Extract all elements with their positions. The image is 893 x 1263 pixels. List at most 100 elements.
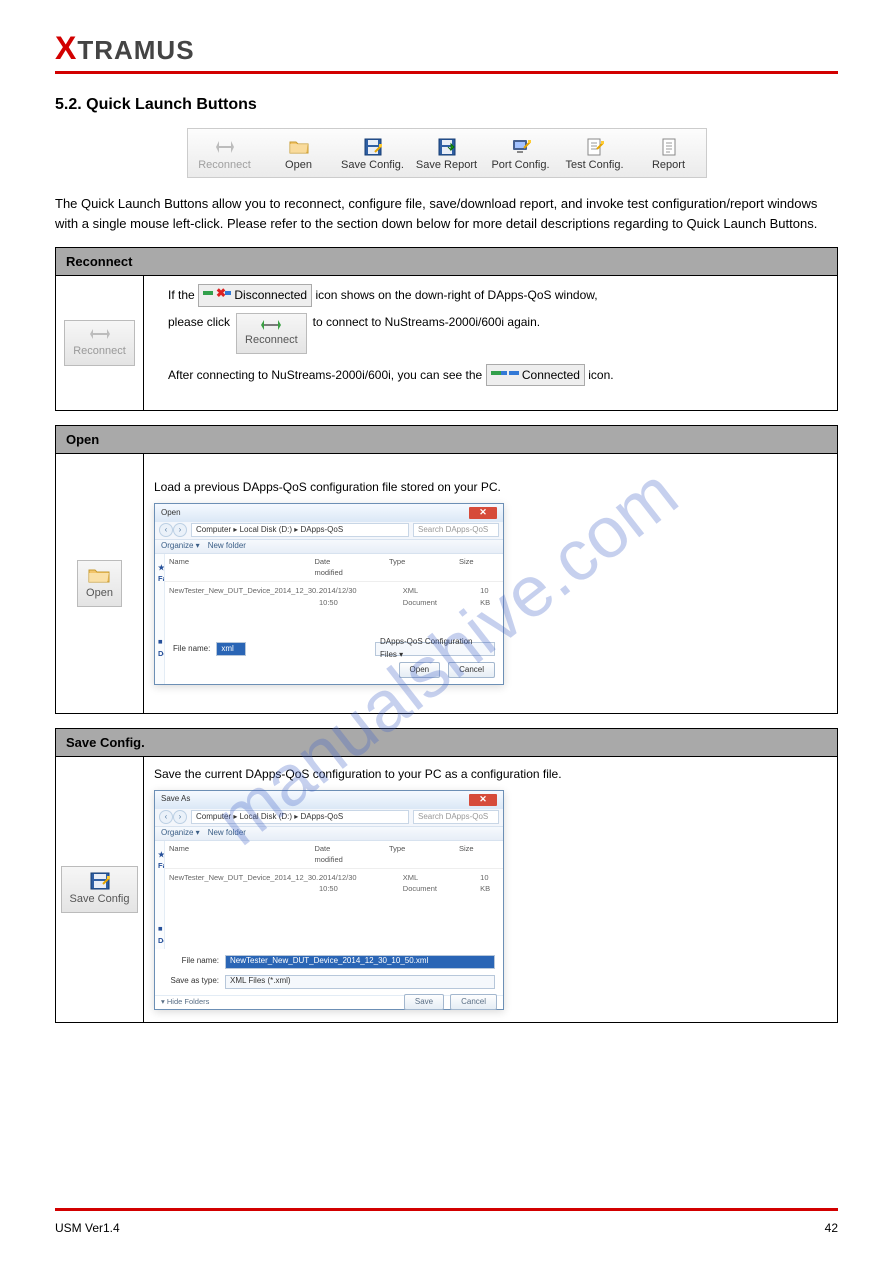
open-cell-button[interactable]: Open: [77, 560, 122, 607]
save-dlg-button[interactable]: Save: [404, 994, 444, 1010]
open-dialog: Open ✕ ‹› Computer ▸ Local Disk (D:) ▸ D…: [154, 503, 504, 685]
reconnect-icon: [188, 137, 262, 157]
column-headers[interactable]: Name Date modified Type Size: [165, 841, 503, 869]
new-folder-button[interactable]: New folder: [208, 827, 246, 839]
svg-text:✖: ✖: [216, 287, 226, 299]
nav-tree[interactable]: ★ Favorites Desktop Downloads Recent Pla…: [155, 841, 165, 949]
text: icon.: [588, 368, 613, 382]
open-section: Open Open Load a previous DApps-QoS conf…: [55, 425, 838, 714]
disconnected-label: Disconnected: [234, 288, 307, 302]
filename-label: File name:: [173, 643, 210, 655]
file-row[interactable]: NewTester_New_DUT_Device_2014_12_30... 2…: [169, 584, 499, 609]
document-config-icon: [558, 137, 632, 157]
reconnect-section: Reconnect Reconnect If the ✖ Disconne: [55, 247, 838, 411]
footer-left: USM Ver1.4: [55, 1221, 120, 1235]
text: please click: [168, 313, 230, 332]
organize-button[interactable]: Organize ▾: [161, 540, 200, 552]
save-config-section: Save Config. Save Config Save the curren…: [55, 728, 838, 1023]
nav-back-forward[interactable]: ‹›: [159, 810, 187, 824]
connected-badge: Connected: [486, 364, 585, 387]
savetype-dropdown[interactable]: XML Files (*.xml): [225, 975, 495, 989]
save-config-button[interactable]: Save Config.: [336, 135, 410, 171]
search-input[interactable]: Search DApps-QoS: [413, 810, 499, 824]
floppy-down-icon: [410, 137, 484, 157]
text: icon shows on the down-right of DApps-Qo…: [315, 288, 597, 302]
reconnect-icon: [89, 328, 111, 340]
logo: XTRAMUS: [55, 30, 838, 67]
close-icon[interactable]: ✕: [469, 794, 497, 806]
open-desc: Load a previous DApps-QoS configuration …: [154, 478, 827, 497]
text: If the: [168, 288, 198, 302]
floppy-config-icon: [89, 872, 111, 890]
ql-label: Save Report: [416, 159, 477, 171]
reconnect-icon: [260, 320, 282, 330]
filename-input[interactable]: xml: [216, 642, 246, 656]
reconnect-inline-label: Reconnect: [245, 334, 298, 346]
cancel-dlg-button[interactable]: Cancel: [450, 994, 497, 1010]
description-text: The Quick Launch Buttons allow you to re…: [55, 194, 838, 233]
nav-desktop[interactable]: ■ Desktop: [158, 636, 161, 659]
open-header: Open: [56, 426, 838, 454]
dialog-title: Open: [161, 507, 181, 519]
save-config-cell-label: Save Config: [70, 893, 130, 905]
reconnect-cell-button[interactable]: Reconnect: [64, 320, 135, 365]
footer: USM Ver1.4 42: [55, 1221, 838, 1235]
text: to connect to NuStreams-2000i/600i again…: [313, 313, 540, 332]
header-rule: [55, 71, 838, 74]
hide-folders-toggle[interactable]: ▾ Hide Folders: [161, 996, 209, 1008]
organize-button[interactable]: Organize ▾: [161, 827, 200, 839]
test-config-button[interactable]: Test Config.: [558, 135, 632, 171]
ql-label: Test Config.: [565, 159, 623, 171]
savetype-label: Save as type:: [163, 975, 219, 987]
reconnect-inline-button[interactable]: Reconnect: [236, 313, 307, 354]
report-button[interactable]: Report: [632, 135, 706, 171]
connected-label: Connected: [522, 368, 580, 382]
port-config-button[interactable]: Port Config.: [484, 135, 558, 171]
document-icon: [632, 137, 706, 157]
close-icon[interactable]: ✕: [469, 507, 497, 519]
dialog-title: Save As: [161, 793, 190, 805]
file-row[interactable]: NewTester_New_DUT_Device_2014_12_30... 2…: [169, 871, 499, 896]
open-cell-label: Open: [86, 587, 113, 599]
folder-open-icon: [262, 137, 336, 157]
ql-label: Report: [652, 159, 685, 171]
address-bar[interactable]: Computer ▸ Local Disk (D:) ▸ DApps-QoS: [191, 523, 409, 537]
cancel-dlg-button[interactable]: Cancel: [448, 662, 495, 678]
address-bar[interactable]: Computer ▸ Local Disk (D:) ▸ DApps-QoS: [191, 810, 409, 824]
ql-label: Port Config.: [491, 159, 549, 171]
save-config-cell-button[interactable]: Save Config: [61, 866, 139, 913]
filename-input[interactable]: NewTester_New_DUT_Device_2014_12_30_10_5…: [225, 955, 495, 969]
open-button[interactable]: Open: [262, 135, 336, 171]
save-dialog: Save As ✕ ‹› Computer ▸ Local Disk (D:) …: [154, 790, 504, 1010]
open-dlg-button[interactable]: Open: [399, 662, 441, 678]
nav-favorites[interactable]: ★ Favorites: [158, 562, 161, 585]
footer-rule: [55, 1208, 838, 1211]
footer-right: 42: [825, 1221, 838, 1235]
disconnected-badge: ✖ Disconnected: [198, 284, 312, 307]
section-heading: 5.2. Quick Launch Buttons: [55, 96, 838, 114]
ql-label: Reconnect: [198, 159, 251, 171]
logo-x: X: [55, 30, 77, 66]
quick-launch-bar: Reconnect Open Save Config. Save Report …: [187, 128, 707, 178]
nav-tree[interactable]: ★ Favorites Desktop Downloads Recent Pla…: [155, 554, 165, 684]
folder-open-icon: [88, 566, 110, 584]
logo-rest: TRAMUS: [77, 35, 194, 65]
ql-label: Save Config.: [341, 159, 404, 171]
connected-icon: [491, 367, 519, 379]
column-headers[interactable]: Name Date modified Type Size: [165, 554, 503, 582]
save-report-button[interactable]: Save Report: [410, 135, 484, 171]
monitor-config-icon: [484, 137, 558, 157]
reconnect-header: Reconnect: [56, 248, 838, 276]
nav-back-forward[interactable]: ‹›: [159, 523, 187, 537]
save-config-header: Save Config.: [56, 729, 838, 757]
filetype-dropdown[interactable]: DApps-QoS Configuration Files ▾: [375, 642, 495, 656]
search-input[interactable]: Search DApps-QoS: [413, 523, 499, 537]
reconnect-button[interactable]: Reconnect: [188, 135, 262, 171]
floppy-config-icon: [336, 137, 410, 157]
filename-label: File name:: [163, 955, 219, 967]
text: After connecting to NuStreams-2000i/600i…: [168, 368, 486, 382]
ql-label: Open: [285, 159, 312, 171]
reconnect-cell-label: Reconnect: [73, 345, 126, 357]
disconnected-icon: ✖: [203, 287, 231, 299]
new-folder-button[interactable]: New folder: [208, 540, 246, 552]
